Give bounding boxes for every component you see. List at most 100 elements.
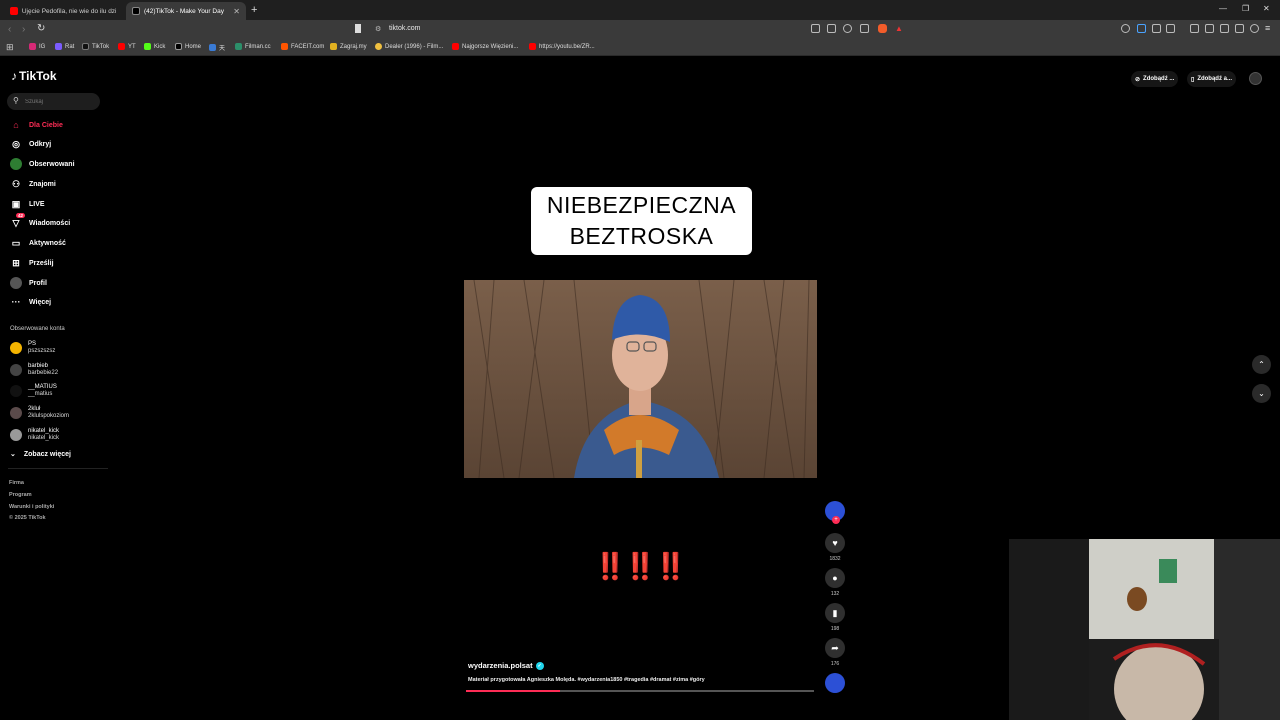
music-disc-button[interactable] (824, 673, 846, 693)
site-info-icon[interactable]: ⚙ (375, 25, 381, 33)
bookmark-label: Najgorsze Więzieni... (462, 43, 519, 50)
bookmark-wiezienia[interactable]: Najgorsze Więzieni... (452, 43, 518, 50)
get-app-button[interactable]: ▯ Zdobądź a... (1187, 71, 1236, 87)
nav-for-you[interactable]: ⌂ Dla Ciebie (10, 118, 63, 132)
nav-activity[interactable]: ▭ Aktywność (10, 236, 66, 250)
cast-icon[interactable] (827, 24, 836, 33)
share-page-icon[interactable] (860, 24, 869, 33)
dictionary-icon (209, 44, 216, 51)
search-box[interactable]: ⚲ (7, 93, 100, 110)
nav-upload[interactable]: ⊞ Prześlij (10, 256, 53, 270)
nav-friends[interactable]: ⚇ Znajomi (10, 177, 56, 191)
close-tab-icon[interactable]: ✕ (233, 7, 240, 16)
nav-messages[interactable]: ▽ 42 Wiadomości (10, 213, 70, 230)
translate-icon[interactable] (811, 24, 820, 33)
bookmark-filman[interactable]: Filman.cc (235, 43, 271, 50)
shield-icon[interactable] (1250, 24, 1259, 33)
comment-icon: ● (825, 568, 845, 588)
tab-title: Ujęcie Pedofila, nie wie do ilu dzieci (21, 7, 116, 15)
previous-video-button[interactable]: ⌃ (1252, 355, 1271, 374)
back-icon[interactable]: ‹ (8, 24, 11, 35)
bookmark-ig[interactable]: IG (29, 43, 45, 50)
live-icon: ▣ (11, 198, 21, 209)
video-progress-bar[interactable] (466, 690, 814, 692)
nav-profile[interactable]: Profil (10, 276, 47, 290)
followed-account[interactable]: __MATIUS __matius (10, 384, 57, 398)
bookmark-youtu-be[interactable]: https://youtu.be/ZR... (529, 43, 595, 50)
extensions-icon[interactable] (1152, 24, 1161, 33)
bookmark-faceit[interactable]: FACEIT.com (281, 43, 324, 50)
followed-account[interactable]: PS pszszszsz (10, 341, 55, 355)
account-handle: pszszszsz (28, 348, 56, 354)
zoom-icon[interactable] (843, 24, 852, 33)
wallet-icon[interactable] (1137, 24, 1146, 33)
bookmark-kick[interactable]: Kick (144, 43, 165, 50)
following-icon (10, 158, 22, 170)
bookmark-yt[interactable]: YT (118, 43, 136, 50)
youtube-icon (452, 43, 459, 50)
url-text[interactable]: tiktok.com (389, 25, 421, 32)
browser-tab-active[interactable]: (42)TikTok - Make Your Day ✕ (126, 2, 246, 20)
close-window-icon[interactable]: ✕ (1263, 4, 1270, 13)
followed-account[interactable]: barbieb barbebie22 (10, 363, 58, 377)
bookmark-tiktok[interactable]: TikTok (82, 43, 109, 50)
menu-icon[interactable]: ≡ (1265, 23, 1270, 33)
progress-fill (466, 690, 560, 692)
apps-icon[interactable]: ⊞ (6, 42, 14, 53)
account-name: 2kluł (28, 406, 41, 412)
nav-more[interactable]: ··· Więcej (10, 295, 52, 309)
wallet-panel-icon[interactable] (1220, 24, 1229, 33)
footer-program[interactable]: Program (9, 492, 32, 498)
search-input[interactable] (25, 96, 95, 107)
like-button[interactable]: ♥ 1832 (824, 533, 846, 562)
footer-copyright: © 2025 TikTok (9, 515, 46, 521)
creator-avatar-button[interactable]: + (824, 501, 846, 524)
bookmark-home[interactable]: Home (175, 43, 201, 50)
footer-company[interactable]: Firma (9, 480, 24, 486)
nav-live[interactable]: ▣ LIVE (10, 197, 45, 211)
nav-explore[interactable]: ◎ Odkryj (10, 137, 51, 151)
leo-icon[interactable] (1235, 24, 1244, 33)
bookmark-label: TikTok (92, 43, 110, 50)
reload-icon[interactable]: ↻ (37, 23, 45, 34)
avatar (10, 385, 22, 397)
bookmark-zagraj[interactable]: Zagraj.my (330, 43, 367, 50)
minimize-icon[interactable]: — (1219, 4, 1227, 13)
followed-account[interactable]: 2kluł 2klulspokoziom (10, 406, 69, 420)
new-tab-button[interactable]: + (251, 4, 257, 16)
home-icon: ⌂ (13, 120, 19, 130)
followed-account[interactable]: nikatel_kick nikatel_kick (10, 428, 59, 442)
next-video-button[interactable]: ⌄ (1252, 384, 1271, 403)
nav-label: Obserwowani (29, 160, 75, 168)
bookmark-kanji[interactable]: 天 (209, 43, 225, 52)
followed-accounts-title: Obserwowane konta (10, 326, 65, 332)
get-coins-button[interactable]: ⊘ Zdobądź ... (1131, 71, 1179, 87)
bookmark-rat[interactable]: Rat (55, 43, 74, 50)
user-avatar[interactable] (1249, 72, 1262, 85)
media-icon[interactable] (1190, 24, 1199, 33)
bookmark-dealer[interactable]: Dealer (1996) - Film... (375, 43, 443, 50)
comment-button[interactable]: ● 132 (824, 568, 846, 597)
film-icon (375, 43, 382, 50)
forward-icon[interactable]: › (22, 24, 25, 35)
restore-icon[interactable]: ❐ (1242, 4, 1249, 13)
video-frame[interactable] (464, 280, 817, 478)
follow-plus-icon[interactable]: + (832, 516, 840, 524)
brave-rewards-icon[interactable]: ▲ (895, 24, 903, 33)
brave-shields-icon[interactable] (878, 24, 887, 33)
nav-following[interactable]: Obserwowani (10, 157, 75, 171)
youtube-icon (118, 43, 125, 50)
tiktok-logo[interactable]: ♪ TikTok (11, 69, 57, 83)
save-button[interactable]: ▮ 198 (824, 603, 846, 632)
see-more-button[interactable]: ⌄ Zobacz więcej (10, 450, 71, 459)
sidebar-toggle-icon[interactable] (1166, 24, 1175, 33)
vpn-icon[interactable] (1121, 24, 1130, 33)
panel-icon[interactable] (1205, 24, 1214, 33)
activity-icon: ▭ (11, 237, 21, 248)
footer-terms[interactable]: Warunki i polityki (9, 504, 54, 510)
share-button[interactable]: ➦ 176 (824, 638, 846, 667)
browser-tab[interactable]: Ujęcie Pedofila, nie wie do ilu dzieci (4, 2, 122, 20)
caption-line: BEZTROSKA (569, 223, 714, 249)
video-description: Materiał przygotowała Agnieszka Molęda. … (468, 677, 705, 683)
video-author[interactable]: wydarzenia.polsat ✓ (468, 661, 544, 670)
